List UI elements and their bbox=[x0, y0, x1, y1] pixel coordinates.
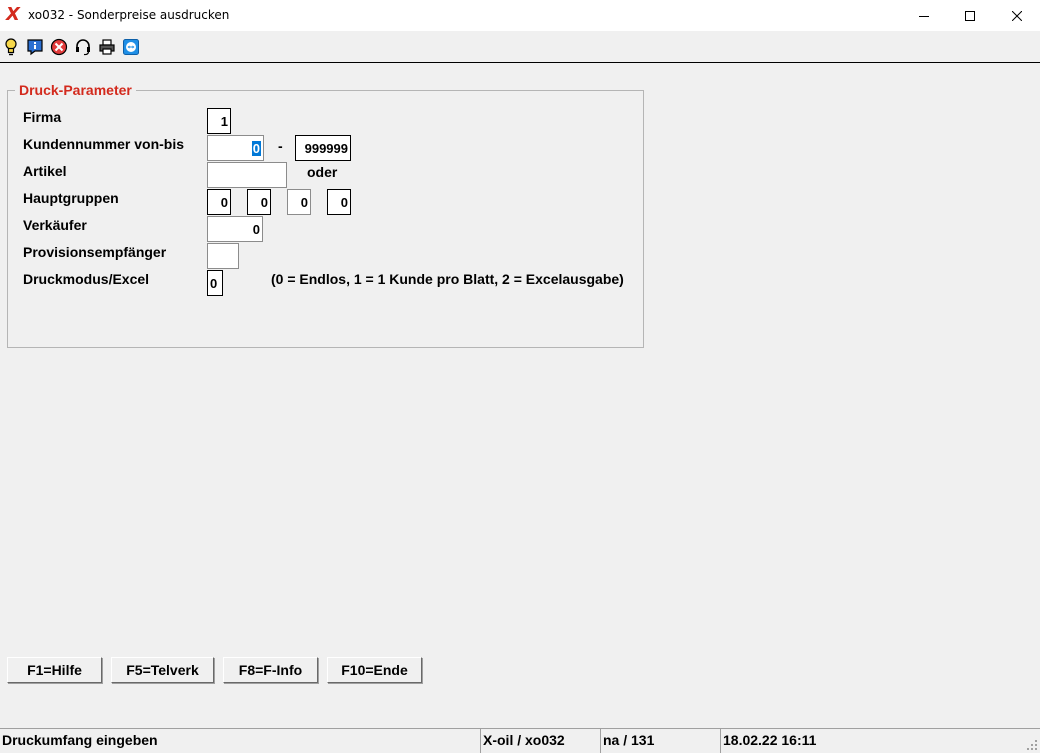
teamviewer-icon[interactable] bbox=[121, 37, 141, 57]
kundennummer-to-field[interactable]: 999999 bbox=[295, 135, 351, 161]
hauptgruppe-2-field[interactable]: 0 bbox=[247, 189, 271, 215]
kundennummer-label: Kundennummer von-bis bbox=[23, 136, 185, 152]
hauptgruppe-3-field[interactable]: 0 bbox=[287, 189, 311, 215]
hauptgruppe-4-field[interactable]: 0 bbox=[327, 189, 351, 215]
toolbar bbox=[0, 31, 1040, 63]
headset-icon[interactable] bbox=[73, 37, 93, 57]
artikel-label: Artikel bbox=[23, 163, 67, 179]
printer-icon[interactable] bbox=[97, 37, 117, 57]
f1-help-button[interactable]: F1=Hilfe bbox=[7, 657, 102, 683]
provision-field[interactable] bbox=[207, 243, 239, 269]
druckmodus-hint: (0 = Endlos, 1 = 1 Kunde pro Blatt, 2 = … bbox=[271, 271, 624, 287]
resize-grip-icon[interactable] bbox=[1022, 729, 1040, 753]
range-separator: - bbox=[278, 138, 283, 154]
maximize-icon bbox=[965, 10, 975, 21]
firma-field[interactable]: 1 bbox=[207, 108, 231, 134]
status-datetime: 18.02.22 16:11 bbox=[720, 729, 1020, 753]
status-program: X-oil / xo032 bbox=[480, 729, 598, 753]
status-bar: Druckumfang eingeben X-oil / xo032 na / … bbox=[0, 728, 1040, 753]
hauptgruppen-label: Hauptgruppen bbox=[23, 190, 119, 206]
status-message: Druckumfang eingeben bbox=[2, 732, 158, 748]
kundennummer-from-value: 0 bbox=[251, 140, 261, 156]
info-icon[interactable] bbox=[25, 37, 45, 57]
f5-telverk-button[interactable]: F5=Telverk bbox=[111, 657, 214, 683]
kundennummer-from-field[interactable]: 0 bbox=[207, 135, 264, 161]
minimize-icon bbox=[919, 15, 929, 17]
hauptgruppe-1-field[interactable]: 0 bbox=[207, 189, 231, 215]
artikel-field[interactable] bbox=[207, 162, 287, 188]
f10-exit-button[interactable]: F10=Ende bbox=[327, 657, 422, 683]
app-logo: X bbox=[6, 4, 20, 25]
close-icon bbox=[1012, 10, 1022, 21]
stop-icon[interactable] bbox=[49, 37, 69, 57]
lightbulb-icon[interactable] bbox=[1, 37, 21, 57]
close-button[interactable] bbox=[994, 0, 1040, 31]
provision-label: Provisionsempfänger bbox=[23, 244, 167, 260]
druckmodus-field[interactable]: 0 bbox=[207, 270, 223, 296]
f8-info-button[interactable]: F8=F-Info bbox=[223, 657, 318, 683]
verkaeufer-field[interactable]: 0 bbox=[207, 216, 263, 242]
verkaeufer-label: Verkäufer bbox=[23, 217, 87, 233]
print-parameters-group bbox=[7, 90, 644, 348]
group-title: Druck-Parameter bbox=[15, 82, 136, 98]
druckmodus-label: Druckmodus/Excel bbox=[23, 271, 150, 287]
title-bar: X xo032 - Sonderpreise ausdrucken bbox=[0, 0, 1040, 31]
minimize-button[interactable] bbox=[901, 0, 947, 31]
maximize-button[interactable] bbox=[947, 0, 993, 31]
window-title: xo032 - Sonderpreise ausdrucken bbox=[28, 8, 230, 22]
status-user: na / 131 bbox=[600, 729, 718, 753]
oder-label: oder bbox=[307, 164, 338, 180]
firma-label: Firma bbox=[23, 109, 62, 125]
